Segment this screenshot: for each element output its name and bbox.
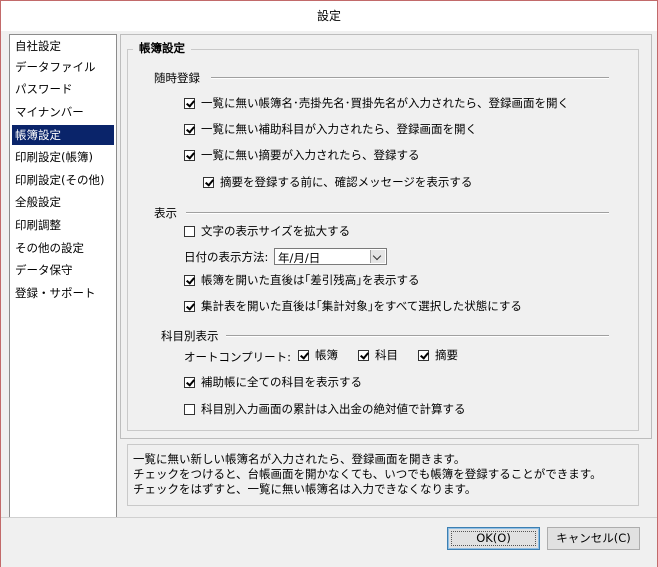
checkbox-checked-icon bbox=[184, 98, 195, 109]
by-account-label: 科目別表示 bbox=[161, 329, 219, 343]
checkbox-register-summary[interactable]: 一覧に無い摘要が入力されたら、登録する bbox=[184, 149, 420, 162]
autocomplete-label: オートコンプリート: bbox=[184, 350, 292, 364]
checkbox-label: 集計表を開いた直後は｢集計対象｣をすべて選択した状態にする bbox=[201, 299, 522, 313]
checkbox-show-balance[interactable]: 帳簿を開いた直後は｢差引残高｣を表示する bbox=[184, 274, 420, 287]
checkbox-label: 科目 bbox=[375, 348, 398, 362]
checkbox-checked-icon bbox=[358, 350, 369, 361]
checkbox-label: 摘要 bbox=[435, 348, 458, 362]
checkbox-checked-icon bbox=[418, 350, 429, 361]
checkbox-show-all-accounts[interactable]: 補助帳に全ての科目を表示する bbox=[184, 376, 362, 389]
checkbox-select-all-targets[interactable]: 集計表を開いた直後は｢集計対象｣をすべて選択した状態にする bbox=[184, 300, 522, 313]
window-title: 設定 bbox=[1, 1, 657, 31]
checkbox-label: 一覧に無い帳簿名･売掛先名･買掛先名が入力されたら、登録画面を開く bbox=[201, 96, 569, 110]
display-divider bbox=[186, 212, 609, 214]
cancel-button-label: キャンセル(C) bbox=[556, 531, 631, 545]
auto-register-label: 随時登録 bbox=[154, 71, 200, 85]
checkbox-label: 帳簿を開いた直後は｢差引残高｣を表示する bbox=[201, 273, 420, 287]
checkbox-checked-icon bbox=[184, 275, 195, 286]
checkbox-register-ledger-name[interactable]: 一覧に無い帳簿名･売掛先名･買掛先名が入力されたら、登録画面を開く bbox=[184, 97, 569, 110]
checkbox-checked-icon bbox=[184, 377, 195, 388]
sidebar-item-registration-support[interactable]: 登録・サポート bbox=[12, 283, 114, 303]
checkbox-checked-icon bbox=[184, 150, 195, 161]
checkbox-label: 一覧に無い摘要が入力されたら、登録する bbox=[201, 148, 420, 162]
checkbox-label: 摘要を登録する前に、確認メッセージを表示する bbox=[220, 175, 473, 189]
checkbox-label: 帳簿 bbox=[315, 348, 338, 362]
chevron-down-icon[interactable] bbox=[370, 250, 385, 263]
date-format-label: 日付の表示方法: bbox=[184, 250, 269, 264]
checkbox-autocomplete-account[interactable]: 科目 bbox=[358, 349, 398, 362]
checkbox-checked-icon bbox=[298, 350, 309, 361]
checkbox-label: 補助帳に全ての科目を表示する bbox=[201, 375, 362, 389]
sidebar-item-print-adjust[interactable]: 印刷調整 bbox=[12, 215, 114, 235]
focus-ring bbox=[451, 531, 536, 546]
checkbox-unchecked-icon bbox=[184, 404, 195, 415]
checkbox-absolute-total[interactable]: 科目別入力画面の累計は入出金の絶対値で計算する bbox=[184, 403, 466, 416]
description-line: 一覧に無い新しい帳簿名が入力されたら、登録画面を開きます。 bbox=[133, 452, 466, 466]
checkbox-autocomplete-ledger[interactable]: 帳簿 bbox=[298, 349, 338, 362]
sidebar-item-company[interactable]: 自社設定 bbox=[12, 36, 114, 56]
sidebar-item-general[interactable]: 全般設定 bbox=[12, 192, 114, 212]
checkbox-label: 一覧に無い補助科目が入力されたら、登録画面を開く bbox=[201, 122, 477, 136]
description-line: チェックをはずすと、一覧に無い帳簿名は入力できなくなります。 bbox=[133, 482, 477, 496]
display-label: 表示 bbox=[154, 206, 177, 220]
date-format-value: 年/月/日 bbox=[278, 251, 321, 265]
checkbox-confirm-before-register[interactable]: 摘要を登録する前に、確認メッセージを表示する bbox=[203, 176, 472, 189]
sidebar-item-other-settings[interactable]: その他の設定 bbox=[12, 238, 114, 258]
sidebar-item-print-ledger[interactable]: 印刷設定(帳簿) bbox=[12, 147, 114, 167]
settings-dialog: 設定 自社設定 データファイル パスワード マイナンバー 帳簿設定 印刷設定(帳… bbox=[0, 0, 658, 567]
checkbox-enlarge-text[interactable]: 文字の表示サイズを拡大する bbox=[184, 225, 350, 238]
sidebar-item-data-maintenance[interactable]: データ保守 bbox=[12, 260, 114, 280]
cancel-button[interactable]: キャンセル(C) bbox=[547, 527, 640, 550]
checkbox-unchecked-icon bbox=[184, 226, 195, 237]
checkbox-autocomplete-summary[interactable]: 摘要 bbox=[418, 349, 458, 362]
checkbox-checked-icon bbox=[203, 177, 214, 188]
by-account-divider bbox=[226, 335, 609, 337]
auto-register-divider bbox=[211, 77, 609, 79]
description-line: チェックをつけると、台帳画面を開かなくても、いつでも帳簿を登録することができます… bbox=[133, 467, 602, 481]
sidebar-item-password[interactable]: パスワード bbox=[12, 79, 114, 99]
checkbox-label: 科目別入力画面の累計は入出金の絶対値で計算する bbox=[201, 402, 466, 416]
settings-category-list[interactable]: 自社設定 データファイル パスワード マイナンバー 帳簿設定 印刷設定(帳簿) … bbox=[9, 34, 117, 518]
sidebar-item-data-file[interactable]: データファイル bbox=[12, 57, 114, 77]
sidebar-item-my-number[interactable]: マイナンバー bbox=[12, 102, 114, 122]
ok-button[interactable]: OK(O) bbox=[447, 527, 540, 550]
sidebar-item-print-other[interactable]: 印刷設定(その他) bbox=[12, 170, 114, 190]
checkbox-checked-icon bbox=[184, 124, 195, 135]
checkbox-label: 文字の表示サイズを拡大する bbox=[201, 224, 351, 238]
date-format-select[interactable]: 年/月/日 bbox=[274, 248, 387, 265]
checkbox-checked-icon bbox=[184, 301, 195, 312]
panel-title: 帳簿設定 bbox=[133, 40, 191, 56]
checkbox-register-sub-account[interactable]: 一覧に無い補助科目が入力されたら、登録画面を開く bbox=[184, 123, 477, 136]
sidebar-item-ledger-settings[interactable]: 帳簿設定 bbox=[12, 125, 114, 145]
